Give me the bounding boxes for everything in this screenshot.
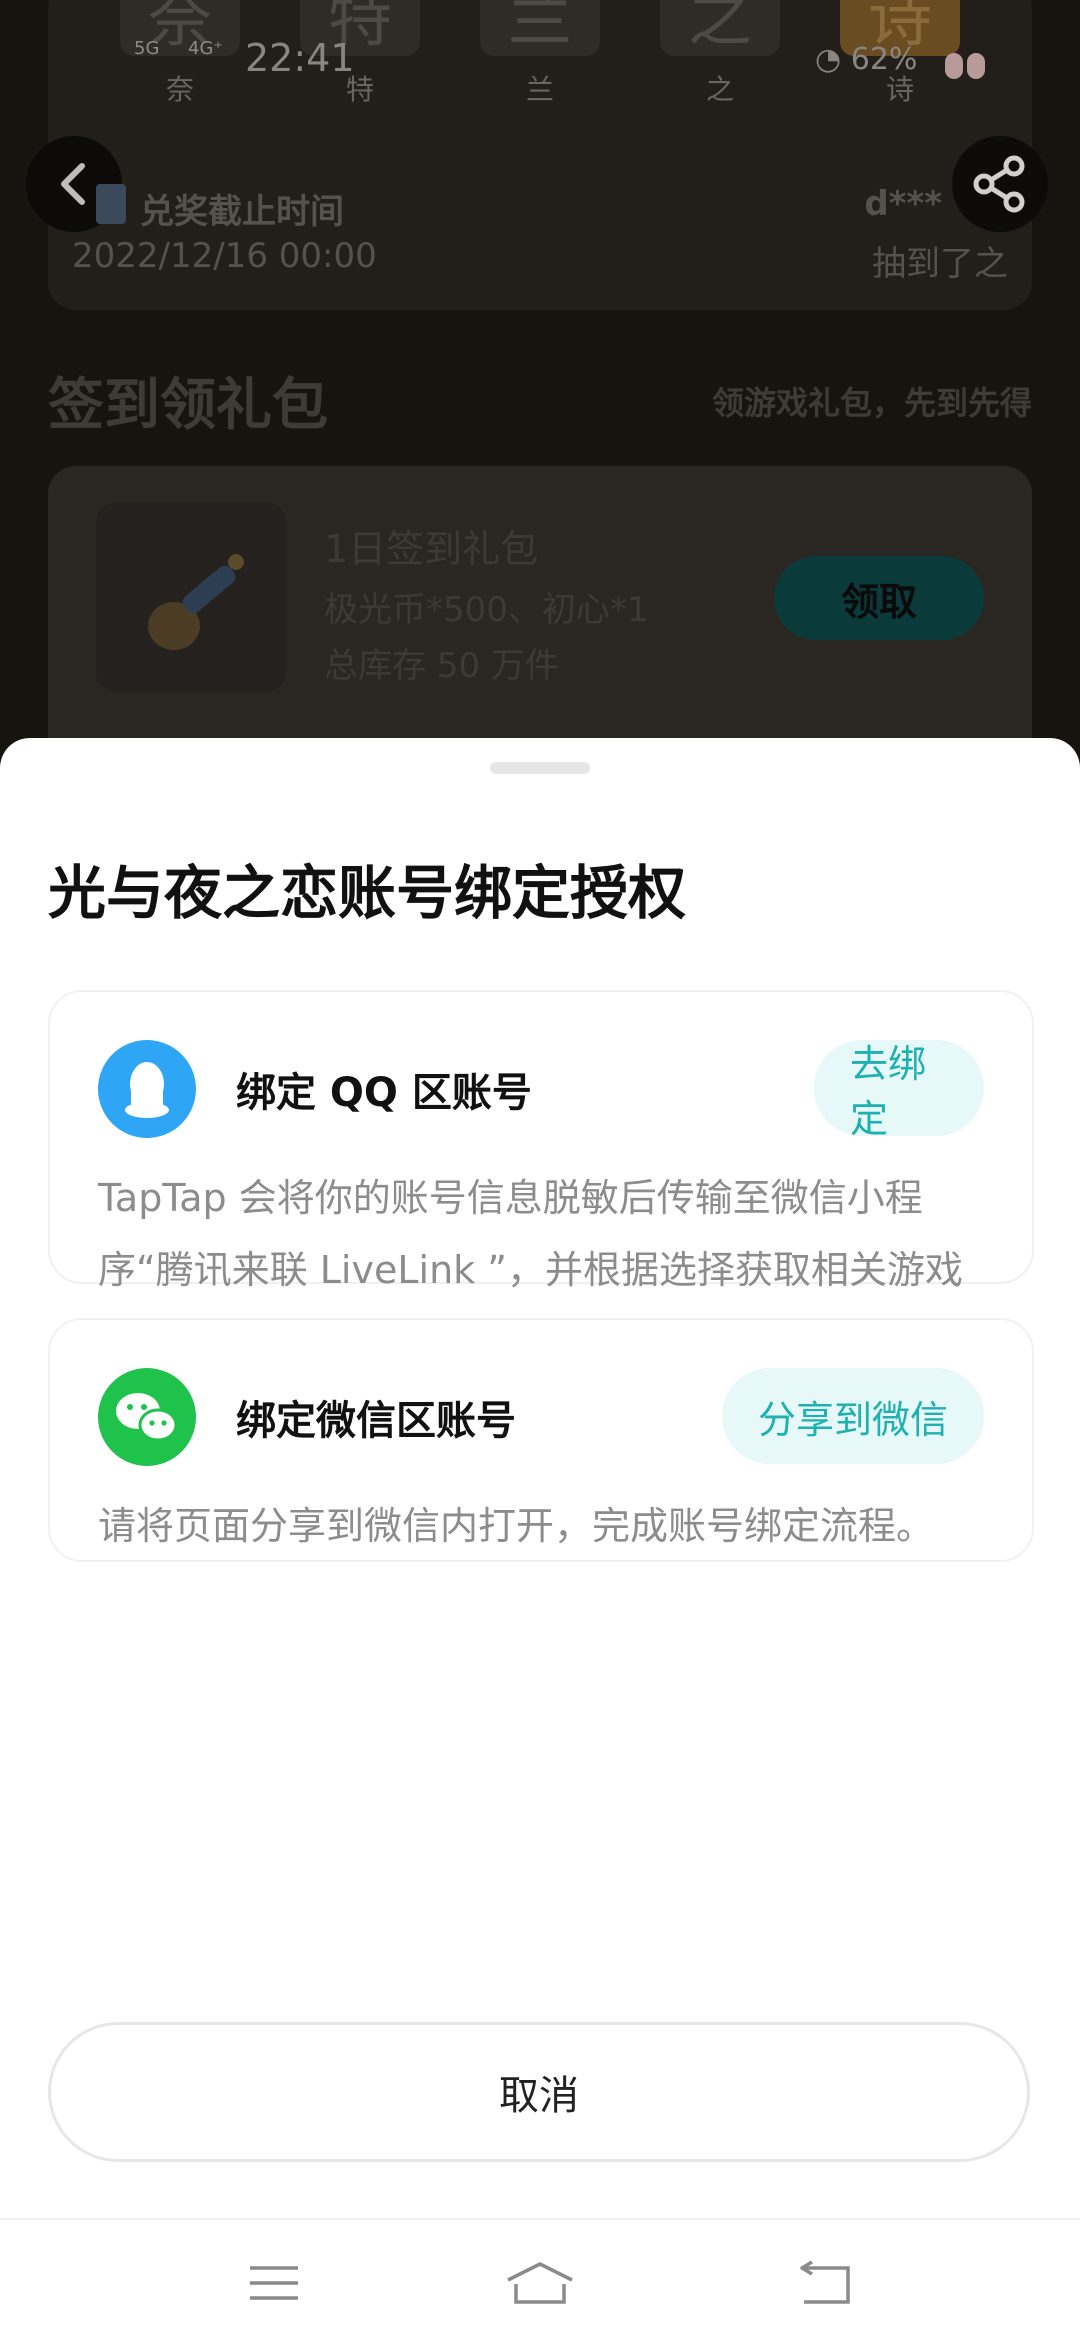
clock: 22:41 [245,36,355,80]
qq-penguin-icon [98,1040,196,1138]
back-nav-icon[interactable] [794,2258,854,2308]
gift-item-icon [148,554,244,650]
notification-dots [945,48,989,88]
winner-description: 抽到了之 [872,244,1008,284]
home-icon[interactable] [504,2258,576,2308]
gift-stock: 总库存 50 万件 [324,646,559,686]
wifi-icon: ◔ [815,42,842,77]
signin-section-subtitle: 领游戏礼包，先到先得 [711,384,1032,422]
bind-qq-button[interactable]: 去绑定 [814,1040,984,1141]
network-4g-label: 4G⁺ [188,38,223,59]
wechat-bind-title: 绑定微信区账号 [236,1398,516,1444]
sheet-title: 光与夜之恋账号绑定授权 [48,859,687,927]
gift-description: 极光币*500、初心*1 [324,590,649,630]
share-to-wechat-button[interactable]: 分享到微信 [721,1368,984,1464]
system-nav-bar [0,2218,1080,2342]
wechat-bind-description: 请将页面分享到微信内打开，完成账号绑定流程。 [98,1504,935,1548]
menu-icon[interactable] [244,2258,304,2308]
battery-indicator: ◔ 62% [815,42,917,77]
share-icon [973,155,1025,213]
account-binding-sheet: 光与夜之恋账号绑定授权 绑定 QQ 区账号 去绑定 TapTap 会将你的账号信… [0,738,1080,2218]
sheet-drag-handle[interactable] [490,762,590,774]
wechat-bind-card: 绑定微信区账号 分享到微信 请将页面分享到微信内打开，完成账号绑定流程。 [48,1318,1034,1562]
network-indicator: 5G 4G⁺ [134,40,223,58]
chevron-left-icon [61,163,85,205]
gift-thumbnail [96,502,286,692]
signin-section-title: 签到领礼包 [48,373,328,438]
redeem-deadline-date: 2022/12/16 00:00 [72,236,377,276]
redeem-deadline-label: 兑奖截止时间 [140,192,344,232]
network-5g-label: 5G [134,38,160,59]
status-bar: 5G 4G⁺ 22:41 ◔ 62% [0,30,1080,90]
qq-bind-card: 绑定 QQ 区账号 去绑定 TapTap 会将你的账号信息脱敏后传输至微信小程序… [48,990,1034,1364]
claim-gift-button[interactable]: 领取 [774,556,984,640]
cancel-button[interactable]: 取消 [48,2022,1030,2162]
qq-bind-title: 绑定 QQ 区账号 [236,1070,532,1116]
gift-title: 1日签到礼包 [324,527,539,571]
wechat-icon [98,1368,196,1466]
battery-percent: 62% [850,42,918,77]
background-page: 奈 奈 特 特 兰 兰 之 之 诗 诗 5G 4G⁺ 22:41 ◔ 62% 兑… [0,0,1080,786]
calendar-icon [96,184,126,224]
share-button[interactable] [952,136,1048,232]
winner-name: d*** [864,184,942,224]
